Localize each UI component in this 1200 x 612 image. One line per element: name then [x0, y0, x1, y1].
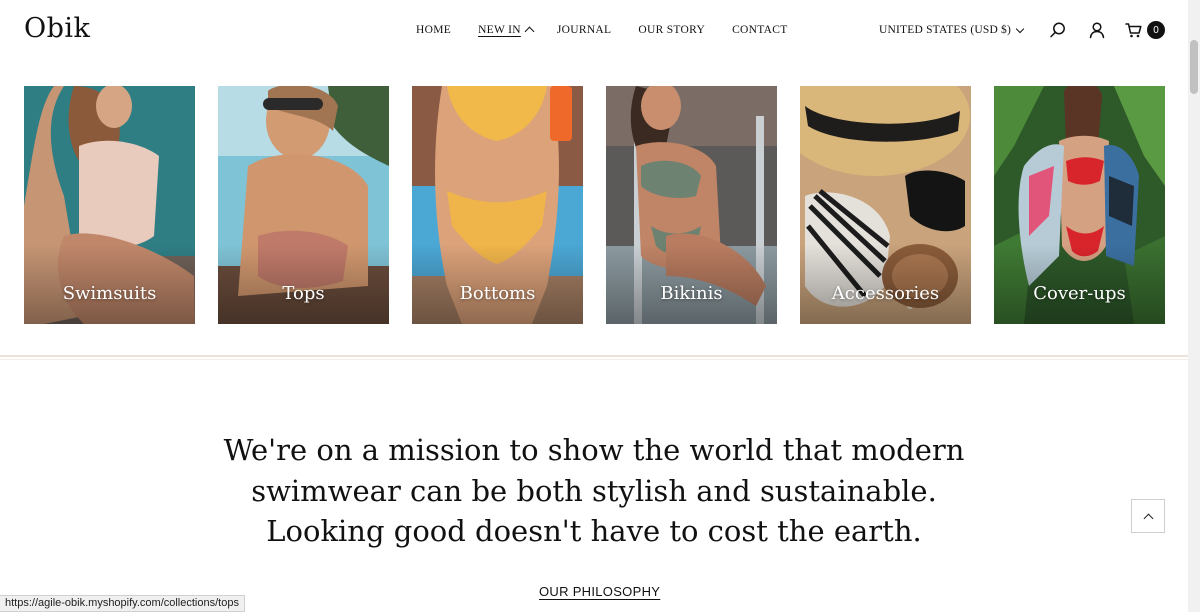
- account-icon[interactable]: [1088, 21, 1106, 39]
- category-tile-tops[interactable]: Tops: [218, 86, 389, 324]
- our-philosophy-link[interactable]: OUR PHILOSOPHY: [539, 584, 660, 599]
- page-scrollbar[interactable]: [1188, 0, 1200, 612]
- chevron-up-icon: [1143, 513, 1153, 523]
- chevron-up-icon: [524, 26, 535, 37]
- category-label: Swimsuits: [62, 283, 157, 304]
- category-label: Cover-ups: [1033, 283, 1126, 304]
- nav-contact[interactable]: CONTACT: [732, 24, 787, 36]
- category-label: Tops: [282, 283, 325, 304]
- mission-line: swimwear can be both stylish and sustain…: [251, 473, 937, 508]
- mission-line: We're on a mission to show the world tha…: [223, 433, 965, 467]
- main-nav: HOME NEW IN JOURNAL OUR STORY CONTACT: [416, 24, 815, 37]
- category-label: Accessories: [831, 283, 940, 304]
- chevron-down-icon: [1015, 24, 1025, 33]
- category-tile-bottoms[interactable]: Bottoms: [412, 86, 583, 324]
- site-logo[interactable]: Obik: [24, 13, 90, 44]
- category-tile-swimsuits[interactable]: Swimsuits: [24, 86, 195, 324]
- nav-journal[interactable]: JOURNAL: [557, 24, 612, 36]
- category-label: Bottoms: [459, 283, 536, 304]
- cart-icon[interactable]: [1125, 21, 1143, 39]
- currency-label: UNITED STATES (USD $): [879, 24, 1012, 36]
- currency-selector[interactable]: UNITED STATES (USD $): [879, 24, 1025, 36]
- section-divider-line: [0, 359, 1188, 360]
- browser-status-url: https://agile-obik.myshopify.com/collect…: [0, 595, 245, 612]
- category-label: Bikinis: [660, 283, 723, 304]
- nav-home[interactable]: HOME: [416, 24, 451, 36]
- mission-line: Looking good doesn't have to cost the ea…: [266, 514, 922, 548]
- cart-count-badge: 0: [1147, 21, 1165, 39]
- category-tile-accessories[interactable]: Accessories: [800, 86, 971, 324]
- search-icon[interactable]: [1049, 21, 1067, 39]
- scrollbar-thumb[interactable]: [1190, 40, 1198, 94]
- nav-new-in[interactable]: NEW IN: [478, 24, 535, 37]
- back-to-top-button[interactable]: [1131, 499, 1165, 533]
- mission-statement: We're on a mission to show the world tha…: [194, 430, 994, 552]
- category-tile-cover-ups[interactable]: Cover-ups: [994, 86, 1165, 324]
- nav-our-story[interactable]: OUR STORY: [638, 24, 705, 36]
- section-divider: [0, 355, 1188, 357]
- category-tile-bikinis[interactable]: Bikinis: [606, 86, 777, 324]
- site-header: Obik HOME NEW IN JOURNAL OUR STORY CONTA…: [0, 0, 1188, 62]
